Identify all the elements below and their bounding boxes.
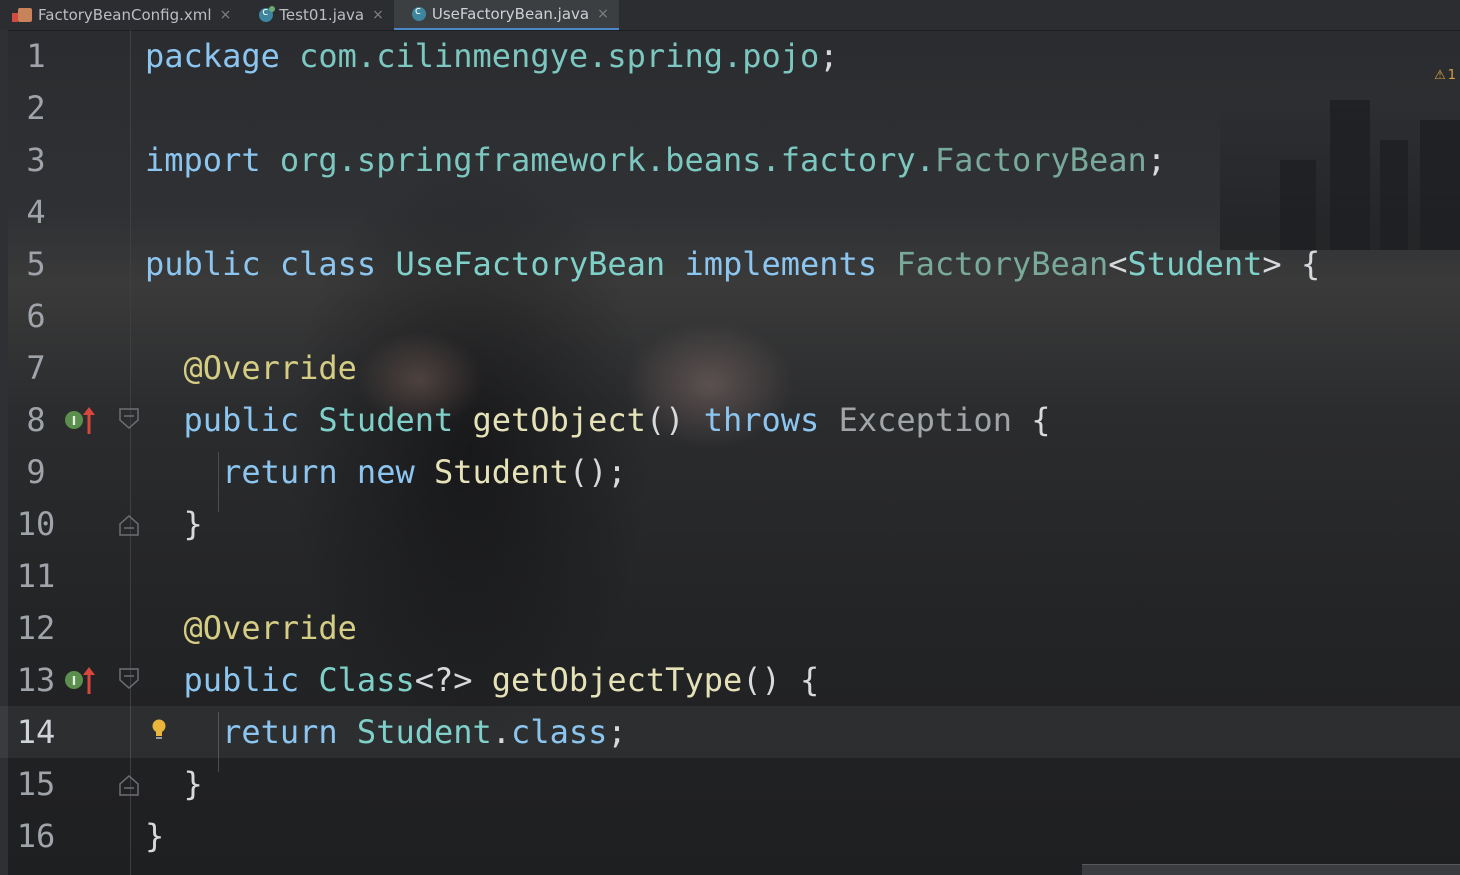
line-number: 7 [26,349,46,387]
tab-label: Test01.java [279,6,365,24]
line-number: 3 [26,141,46,179]
line-number: 6 [26,297,46,335]
code-line[interactable]: 12 @Override [0,602,1460,654]
code-line[interactable]: 16 } [0,810,1460,862]
code-text: @Override [183,609,357,647]
code-line[interactable]: 15 } [0,758,1460,810]
code-text: return Student.class; [222,713,627,751]
fold-collapse-icon[interactable] [119,408,139,430]
java-class-icon [411,4,426,21]
line-number: 16 [16,817,56,855]
fold-end-icon[interactable] [119,514,139,536]
implements-method-icon[interactable]: I [64,404,98,436]
code-text: @Override [183,349,357,387]
fold-collapse-icon[interactable] [119,668,139,690]
line-number: 11 [16,557,56,595]
code-line[interactable]: 13 I public Class<?> getObjectType() { [0,654,1460,706]
code-text: return new Student(); [222,453,627,491]
line-number: 8 [26,401,46,439]
line-number: 14 [16,713,56,751]
tab-usefactorybean-java[interactable]: UseFactoryBean.java × [393,0,619,30]
code-line[interactable]: 7 @Override [0,342,1460,394]
line-number: 10 [16,505,56,543]
tab-test01-java[interactable]: Test01.java × [241,0,394,30]
code-editor[interactable]: ⚠ 1 1 package com.cilinmengye.spring.poj… [0,30,1460,875]
tab-label: UseFactoryBean.java [431,5,590,23]
line-number: 4 [26,193,46,231]
code-line[interactable]: 5 public class UseFactoryBean implements… [0,238,1460,290]
code-line[interactable]: 2 [0,82,1460,134]
code-text: public Class<?> getObjectType() { [183,661,820,699]
line-number: 9 [26,453,46,491]
code-line[interactable]: 3 import org.springframework.beans.facto… [0,134,1460,186]
code-line[interactable]: 6 [0,290,1460,342]
line-number: 5 [26,245,46,283]
svg-text:I: I [72,674,76,688]
code-line[interactable]: 8 I public Student getObject() throws Ex… [0,394,1460,446]
code-text: } [145,817,165,855]
fold-end-icon[interactable] [119,774,139,796]
line-number: 12 [16,609,56,647]
tab-factorybeanconfig-xml[interactable]: FactoryBeanConfig.xml × [0,0,241,30]
code-text: import org.springframework.beans.factory… [145,141,1167,179]
close-icon[interactable]: × [220,7,232,23]
code-text: public class UseFactoryBean implements F… [145,245,1321,283]
java-class-icon [259,5,276,22]
code-line[interactable]: 1 package com.cilinmengye.spring.pojo; [0,30,1460,82]
line-number: 15 [16,765,56,803]
editor-tab-bar: FactoryBeanConfig.xml × Test01.java × Us… [0,0,1460,31]
close-icon[interactable]: × [597,6,609,22]
code-text: public Student getObject() throws Except… [183,401,1051,439]
line-number: 1 [26,37,46,75]
xml-file-icon [12,8,32,22]
svg-text:I: I [72,414,76,428]
code-text: } [183,505,203,543]
line-number: 13 [16,661,56,699]
code-line[interactable]: 9 return new Student(); [0,446,1460,498]
code-line[interactable]: 10 } [0,498,1460,550]
code-line[interactable]: 4 [0,186,1460,238]
close-icon[interactable]: × [372,7,384,23]
code-text: package com.cilinmengye.spring.pojo; [145,37,839,75]
code-line[interactable]: 11 [0,550,1460,602]
tab-label: FactoryBeanConfig.xml [38,6,212,24]
horizontal-scrollbar[interactable] [1082,864,1460,875]
code-text: } [183,765,203,803]
line-number: 2 [26,89,46,127]
code-line-current[interactable]: 14 return Student.class; [0,706,1460,758]
implements-method-icon[interactable]: I [64,664,98,696]
